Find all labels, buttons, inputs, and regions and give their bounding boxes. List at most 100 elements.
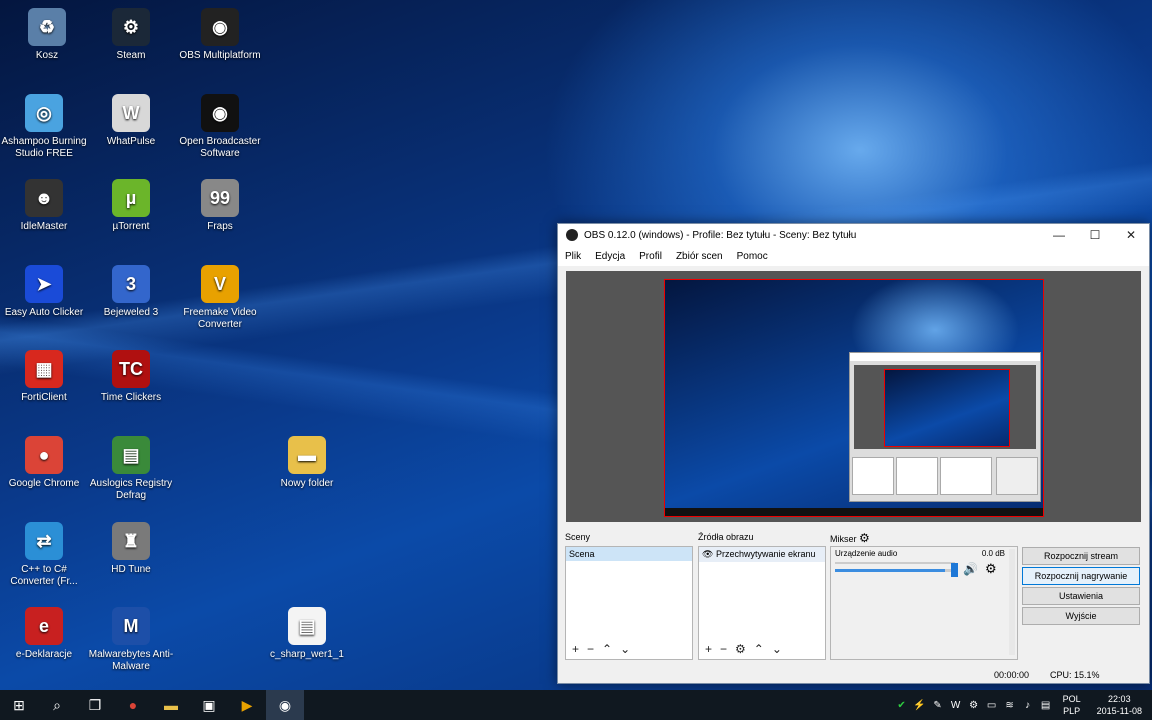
- preview-canvas[interactable]: [664, 279, 1044, 517]
- sources-list[interactable]: 👁 Przechwytywanie ekranu + − ⚙ ⌃ ⌄: [698, 546, 826, 660]
- menu-edycja[interactable]: Edycja: [588, 251, 632, 262]
- whatpulse-tray-icon[interactable]: W: [949, 700, 963, 711]
- desktop-icon[interactable]: e e-Deklaracje: [1, 607, 87, 661]
- time-clickers-icon: TC: [112, 350, 150, 388]
- mixer-label: Mikser: [830, 534, 857, 544]
- desktop-icon[interactable]: ● Google Chrome: [1, 436, 87, 490]
- search-icon[interactable]: ⌕: [38, 690, 76, 720]
- desktop-icon[interactable]: ▬ Nowy folder: [264, 436, 350, 490]
- language-indicator[interactable]: POL PLP: [1063, 693, 1081, 717]
- steam-tray-icon[interactable]: ⚙: [967, 700, 981, 711]
- obs-titlebar[interactable]: OBS 0.12.0 (windows) - Profile: Bez tytu…: [558, 224, 1149, 246]
- desktop-icon[interactable]: ◎ Ashampoo Burning Studio FREE: [1, 94, 87, 160]
- menu-profil[interactable]: Profil: [632, 251, 669, 262]
- desktop-icon[interactable]: ☻ IdleMaster: [1, 179, 87, 233]
- sources-label: Źródła obrazu: [698, 532, 754, 542]
- desktop-icon[interactable]: ▤ c_sharp_wer1_1: [264, 607, 350, 661]
- start-windows-icon[interactable]: ⊞: [0, 690, 38, 720]
- desktop-icon[interactable]: V Freemake Video Converter: [177, 265, 263, 331]
- window-title: OBS 0.12.0 (windows) - Profile: Bez tytu…: [584, 229, 857, 241]
- desktop-icon-label: Malwarebytes Anti-Malware: [88, 649, 174, 672]
- desktop-icon-label: Freemake Video Converter: [183, 307, 257, 330]
- desktop-icon-label: Easy Auto Clicker: [4, 307, 84, 318]
- ashampoo-icon: ◎: [25, 94, 63, 132]
- gear-icon[interactable]: ⚙: [985, 561, 997, 577]
- bejeweled-icon: 3: [112, 265, 150, 303]
- cpp-converter-icon: ⇄: [25, 522, 63, 560]
- close-icon[interactable]: ✕: [1113, 228, 1149, 242]
- desktop-icon[interactable]: ▦ FortiClient: [1, 350, 87, 404]
- desktop-icon[interactable]: ◉ OBS Multiplatform: [177, 8, 263, 62]
- auto-clicker-icon: ➤: [25, 265, 63, 303]
- task-view-icon[interactable]: ❐: [76, 690, 114, 720]
- mixer-gear-icon[interactable]: ⚙: [859, 531, 870, 545]
- settings-button[interactable]: Ustawienia: [1022, 587, 1140, 605]
- speaker-icon[interactable]: 🔊: [963, 562, 978, 576]
- wifi-icon[interactable]: ≋: [1003, 700, 1017, 711]
- desktop-icon[interactable]: TC Time Clickers: [88, 350, 174, 404]
- volume-tray-icon[interactable]: ♪: [1021, 700, 1035, 711]
- display-tray-icon[interactable]: ▭: [985, 700, 999, 711]
- source-label: Przechwytywanie ekranu: [715, 549, 816, 559]
- desktop-icon[interactable]: ⚙ Steam: [88, 8, 174, 62]
- desktop-icon[interactable]: ➤ Easy Auto Clicker: [1, 265, 87, 319]
- desktop-icon[interactable]: W WhatPulse: [88, 94, 174, 148]
- preview-area[interactable]: [566, 271, 1141, 522]
- volume-fill: [835, 569, 945, 572]
- utorrent-icon: µ: [112, 179, 150, 217]
- list-item[interactable]: Scena: [566, 547, 692, 561]
- shield-icon[interactable]: ✔: [895, 700, 909, 711]
- volume-slider[interactable]: [835, 569, 957, 572]
- auslogics-icon: ▤: [112, 436, 150, 474]
- store-icon[interactable]: ▣: [190, 690, 228, 720]
- down-icon[interactable]: ⌄: [772, 642, 782, 656]
- exit-button[interactable]: Wyjście: [1022, 607, 1140, 625]
- desktop-icon-label: Time Clickers: [100, 392, 162, 403]
- desktop-icon[interactable]: ▤ Auslogics Registry Defrag: [88, 436, 174, 502]
- malwarebytes-icon: M: [112, 607, 150, 645]
- forticlient-icon: ▦: [25, 350, 63, 388]
- file-explorer-icon[interactable]: ▬: [152, 690, 190, 720]
- gear-icon[interactable]: ⚙: [735, 642, 746, 656]
- up-icon[interactable]: ⌃: [754, 642, 764, 656]
- pen-tray-icon[interactable]: ✎: [931, 700, 945, 711]
- list-item[interactable]: 👁 Przechwytywanie ekranu: [699, 547, 825, 562]
- network-tray-icon[interactable]: ⚡: [913, 700, 927, 711]
- desktop-icon[interactable]: ♻ Kosz: [4, 8, 90, 62]
- volume-handle[interactable]: [951, 563, 958, 577]
- media-player-icon[interactable]: ▶: [228, 690, 266, 720]
- menu-pomoc[interactable]: Pomoc: [730, 251, 775, 262]
- start-stream-button[interactable]: Rozpocznij stream: [1022, 547, 1140, 565]
- maximize-icon[interactable]: ☐: [1077, 228, 1113, 242]
- idlemaster-icon: ☻: [25, 179, 63, 217]
- minimize-icon[interactable]: —: [1041, 228, 1077, 242]
- language-secondary: PLP: [1063, 706, 1081, 716]
- desktop-icon[interactable]: µ µTorrent: [88, 179, 174, 233]
- chrome-taskbar-icon[interactable]: ●: [114, 690, 152, 720]
- add-icon[interactable]: +: [705, 642, 712, 656]
- desktop-icon[interactable]: ⇄ C++ to C# Converter (Fr...: [1, 522, 87, 588]
- up-icon[interactable]: ⌃: [602, 642, 612, 656]
- mixer-scrollbar[interactable]: [1009, 549, 1015, 655]
- menu-zbior-scen[interactable]: Zbiór scen: [669, 251, 730, 262]
- notification-icon[interactable]: ▤: [1039, 700, 1053, 711]
- desktop-icon[interactable]: M Malwarebytes Anti-Malware: [88, 607, 174, 673]
- visibility-eye-icon[interactable]: 👁: [702, 549, 713, 559]
- desktop-icon[interactable]: 99 Fraps: [177, 179, 263, 233]
- scenes-list[interactable]: Scena + − ⌃ ⌄: [565, 546, 693, 660]
- steam-icon: ⚙: [112, 8, 150, 46]
- clock[interactable]: 22:03 2015-11-08: [1097, 693, 1142, 717]
- desktop-icon-label: Auslogics Registry Defrag: [89, 478, 173, 501]
- mixer-header: Mikser ⚙: [830, 531, 870, 545]
- menu-plik[interactable]: Plik: [558, 251, 588, 262]
- desktop-icon[interactable]: ♜ HD Tune: [88, 522, 174, 576]
- obs-taskbar-icon[interactable]: ◉: [266, 690, 304, 720]
- down-icon[interactable]: ⌄: [620, 642, 630, 656]
- remove-icon[interactable]: −: [720, 642, 727, 656]
- desktop-icon[interactable]: ◉ Open Broadcaster Software: [177, 94, 263, 160]
- start-recording-button[interactable]: Rozpocznij nagrywanie: [1022, 567, 1140, 585]
- add-icon[interactable]: +: [572, 642, 579, 656]
- desktop-icon[interactable]: 3 Bejeweled 3: [88, 265, 174, 319]
- obs-window[interactable]: OBS 0.12.0 (windows) - Profile: Bez tytu…: [557, 223, 1150, 684]
- remove-icon[interactable]: −: [587, 642, 594, 656]
